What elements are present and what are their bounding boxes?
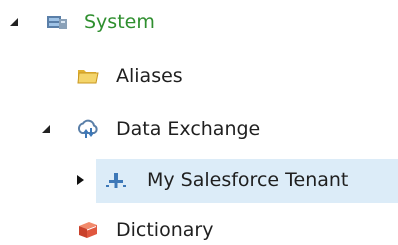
server-icon xyxy=(45,10,69,34)
folder-icon xyxy=(76,63,100,87)
connector-icon xyxy=(104,168,128,192)
tree-node-aliases[interactable]: Aliases xyxy=(0,56,398,96)
tree-node-salesforce-tenant[interactable]: My Salesforce Tenant xyxy=(0,160,398,200)
tree-node-data-exchange-label: Data Exchange xyxy=(116,118,261,140)
tree-node-salesforce-tenant-label: My Salesforce Tenant xyxy=(147,169,349,191)
collapse-arrow-icon[interactable] xyxy=(72,172,88,188)
tree-view: System Aliases Data Exchange My Salesfor… xyxy=(0,0,398,245)
tree-node-dictionary[interactable]: Dictionary xyxy=(0,210,398,245)
tree-node-data-exchange[interactable]: Data Exchange xyxy=(0,109,398,149)
tree-node-system-label: System xyxy=(84,11,155,33)
book-icon xyxy=(76,218,100,242)
tree-node-system[interactable]: System xyxy=(0,2,398,42)
expand-arrow-icon[interactable] xyxy=(6,14,22,30)
tree-node-aliases-label: Aliases xyxy=(116,65,183,87)
cloud-sync-icon xyxy=(76,117,100,141)
tree-node-dictionary-label: Dictionary xyxy=(116,219,214,241)
expand-arrow-icon[interactable] xyxy=(38,121,54,137)
